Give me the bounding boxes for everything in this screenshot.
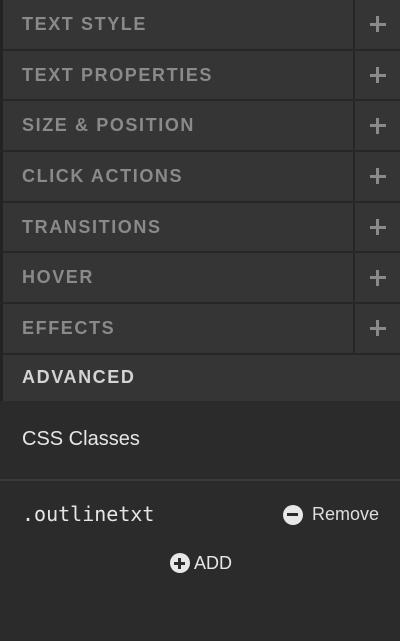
plus-icon <box>369 168 386 185</box>
plus-icon <box>369 67 386 84</box>
section-effects[interactable]: EFFECTS <box>0 302 400 353</box>
advanced-content: CSS Classes .outlinetxt Remove ADD <box>0 400 400 574</box>
add-class-button[interactable]: ADD <box>169 552 232 574</box>
plus-icon <box>369 117 386 134</box>
plus-icon <box>369 16 386 33</box>
plus-circle-icon <box>169 553 190 574</box>
plus-icon <box>369 269 386 286</box>
section-label: TRANSITIONS <box>22 216 162 237</box>
section-label: TEXT PROPERTIES <box>22 64 214 85</box>
class-list-item: .outlinetxt Remove <box>0 481 400 551</box>
section-hover[interactable]: HOVER <box>0 251 400 303</box>
section-size-position[interactable]: SIZE & POSITION <box>0 99 400 151</box>
expand-button[interactable] <box>353 202 400 252</box>
section-text-properties[interactable]: TEXT PROPERTIES <box>0 48 400 100</box>
section-text-style[interactable]: TEXT STYLE <box>0 0 400 49</box>
section-list: TEXT STYLE TEXT PROPERTIES SIZE & POSITI… <box>0 0 400 353</box>
section-label: HOVER <box>22 267 95 288</box>
section-advanced[interactable]: ADVANCED <box>0 352 400 401</box>
section-label: CLICK ACTIONS <box>22 165 184 186</box>
class-name: .outlinetxt <box>22 501 155 526</box>
expand-button[interactable] <box>353 0 400 49</box>
expand-button[interactable] <box>353 253 400 303</box>
section-label: EFFECTS <box>22 317 116 338</box>
properties-panel: TEXT STYLE TEXT PROPERTIES SIZE & POSITI… <box>0 0 400 641</box>
css-classes-heading: CSS Classes <box>0 401 400 481</box>
expand-button[interactable] <box>353 304 400 353</box>
expand-button[interactable] <box>353 101 400 151</box>
section-label: ADVANCED <box>22 367 136 388</box>
plus-icon <box>369 320 386 337</box>
remove-label: Remove <box>311 504 379 525</box>
section-transitions[interactable]: TRANSITIONS <box>0 200 400 252</box>
minus-circle-icon <box>282 504 303 525</box>
remove-class-button[interactable]: Remove <box>282 504 379 525</box>
add-row: ADD <box>0 551 400 574</box>
plus-icon <box>369 219 386 236</box>
section-label: TEXT STYLE <box>22 13 148 34</box>
add-label: ADD <box>193 552 232 573</box>
section-label: SIZE & POSITION <box>22 115 196 136</box>
section-click-actions[interactable]: CLICK ACTIONS <box>0 150 400 201</box>
expand-button[interactable] <box>353 152 400 201</box>
expand-button[interactable] <box>353 50 400 100</box>
